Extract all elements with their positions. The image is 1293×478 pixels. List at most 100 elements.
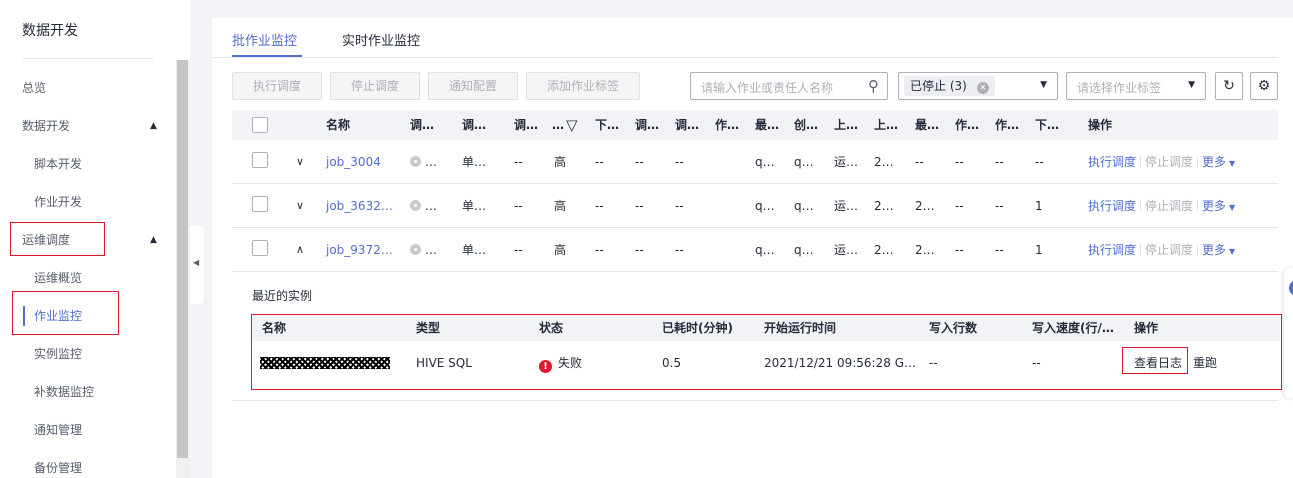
status-filter-tag: 已停止 (3) ✕ — [904, 76, 995, 96]
cell: q… — [755, 155, 775, 169]
cell: -- — [915, 155, 924, 169]
cell: 单… — [462, 243, 487, 257]
stop-schedule-link[interactable]: 停止调度 — [1145, 243, 1193, 257]
run-schedule-link[interactable]: 执行调度 — [1088, 199, 1136, 213]
highlight-box — [10, 222, 105, 256]
cell: 运… — [834, 199, 859, 213]
row-actions: 执行调度 停止调度 更多 ▼ — [1088, 184, 1235, 230]
chevron-up-icon[interactable]: ∧ — [296, 243, 304, 256]
cell: -- — [635, 243, 644, 257]
cell: 2… — [874, 243, 894, 257]
sidebar-collapse-button[interactable]: ◀ — [190, 226, 204, 304]
cell: 单… — [462, 155, 487, 169]
row-actions: 执行调度 停止调度 更多 ▼ — [1088, 228, 1235, 274]
header-col: 调… — [635, 118, 660, 132]
search-input[interactable]: 请输入作业或责任人名称 ⚲ — [690, 72, 888, 100]
sidebar-item-backup[interactable]: 备份管理 — [0, 449, 176, 478]
table-header: 名称 调… 调… 调… … ▽ 下… 调… 调… 作… 最… 创… 上… 上… … — [232, 110, 1278, 140]
header-col: 下… — [1035, 118, 1060, 132]
filter-icon[interactable]: ▽ — [566, 110, 578, 140]
search-icon[interactable]: ⚲ — [868, 77, 879, 95]
cell: -- — [595, 155, 604, 169]
cell: 2… — [915, 243, 935, 257]
sidebar-item-overview[interactable]: 总览 — [0, 69, 176, 107]
cell: q… — [794, 199, 814, 213]
sidebar-item-label: 通知管理 — [34, 423, 83, 437]
header-col: 调… — [410, 118, 435, 132]
select-all-checkbox[interactable] — [252, 117, 268, 133]
stop-schedule-link[interactable]: 停止调度 — [1145, 199, 1193, 213]
job-name-link[interactable]: job_9372… — [326, 228, 393, 272]
floating-side-panel[interactable] — [1284, 268, 1293, 398]
more-dropdown[interactable]: 更多 — [1202, 199, 1226, 213]
sidebar-item-script-dev[interactable]: 脚本开发 — [0, 145, 176, 183]
divider — [1197, 200, 1199, 211]
search-placeholder: 请输入作业或责任人名称 — [701, 81, 834, 95]
header-col: 调… — [514, 118, 539, 132]
row-checkbox[interactable] — [252, 240, 268, 256]
cell: -- — [995, 155, 1004, 169]
cell: -- — [955, 243, 964, 257]
caret-down-icon: ▼ — [1229, 159, 1236, 168]
more-dropdown[interactable]: 更多 — [1202, 243, 1226, 257]
stop-schedule-button[interactable]: 停止调度 — [330, 72, 420, 100]
notify-config-button[interactable]: 通知配置 — [428, 72, 518, 100]
cell: -- — [995, 199, 1004, 213]
tab-batch-monitor[interactable]: 批作业监控 — [232, 30, 297, 49]
sidebar-item-instance-monitor[interactable]: 实例监控 — [0, 335, 176, 373]
cell: 2… — [874, 155, 894, 169]
stop-schedule-link[interactable]: 停止调度 — [1145, 155, 1193, 169]
job-name-link[interactable]: job_3632… — [326, 184, 393, 228]
tab-realtime-monitor[interactable]: 实时作业监控 — [342, 30, 420, 49]
status-text: … — [424, 243, 437, 257]
sidebar-item-label: 实例监控 — [34, 347, 83, 361]
clear-icon[interactable]: ✕ — [976, 82, 989, 94]
more-dropdown[interactable]: 更多 — [1202, 155, 1226, 169]
cell: -- — [675, 243, 684, 257]
settings-button[interactable]: ⚙ — [1250, 72, 1278, 100]
cell: q… — [755, 243, 775, 257]
header-col: … — [552, 118, 564, 132]
status-cell: … — [410, 228, 437, 272]
refresh-icon: ↻ — [1223, 78, 1235, 94]
job-name-link[interactable]: job_3004 — [326, 140, 381, 184]
chevron-up-icon: ▲ — [150, 121, 157, 131]
add-job-tag-button[interactable]: 添加作业标签 — [526, 72, 640, 100]
run-schedule-link[interactable]: 执行调度 — [1088, 155, 1136, 169]
cell: -- — [635, 155, 644, 169]
chevron-up-icon: ▲ — [150, 235, 157, 245]
cell: -- — [1035, 155, 1044, 169]
recent-instances-title: 最近的实例 — [252, 289, 313, 303]
chevron-down-icon[interactable]: ∨ — [296, 155, 304, 168]
sidebar-item-patch-monitor[interactable]: 补数据监控 — [0, 373, 176, 411]
cell: 高 — [554, 199, 567, 213]
cell: -- — [595, 243, 604, 257]
status-text: … — [424, 155, 437, 169]
refresh-button[interactable]: ↻ — [1215, 72, 1243, 100]
sidebar-scrollbar-thumb[interactable] — [177, 60, 188, 458]
gear-icon: ⚙ — [1257, 78, 1271, 94]
status-cell: … — [410, 184, 437, 228]
sidebar-item-data-dev[interactable]: 数据开发 ▲ — [0, 107, 176, 145]
chevron-down-icon[interactable]: ∨ — [296, 199, 304, 212]
cell: q… — [755, 199, 775, 213]
run-schedule-link[interactable]: 执行调度 — [1088, 243, 1136, 257]
cell: 1 — [1035, 243, 1043, 257]
sidebar-item-job-dev[interactable]: 作业开发 — [0, 183, 176, 221]
tag-filter-select[interactable]: 请选择作业标签 ▼ — [1066, 72, 1206, 100]
divider — [1140, 156, 1142, 167]
sidebar-item-notify[interactable]: 通知管理 — [0, 411, 176, 449]
run-schedule-button[interactable]: 执行调度 — [232, 72, 322, 100]
sidebar-item-label: 数据开发 — [22, 119, 71, 133]
sidebar-item-label: 脚本开发 — [34, 157, 83, 171]
row-checkbox[interactable] — [252, 152, 268, 168]
header-col: 作… — [955, 118, 980, 132]
caret-down-icon: ▼ — [1229, 203, 1236, 212]
status-filter-select[interactable]: 已停止 (3) ✕ ▼ — [898, 72, 1058, 100]
caret-down-icon: ▼ — [1229, 247, 1236, 256]
sidebar-item-label: 作业开发 — [34, 195, 83, 209]
cell: 2… — [915, 199, 935, 213]
cell: -- — [514, 243, 523, 257]
cell: 运… — [834, 155, 859, 169]
row-checkbox[interactable] — [252, 196, 268, 212]
